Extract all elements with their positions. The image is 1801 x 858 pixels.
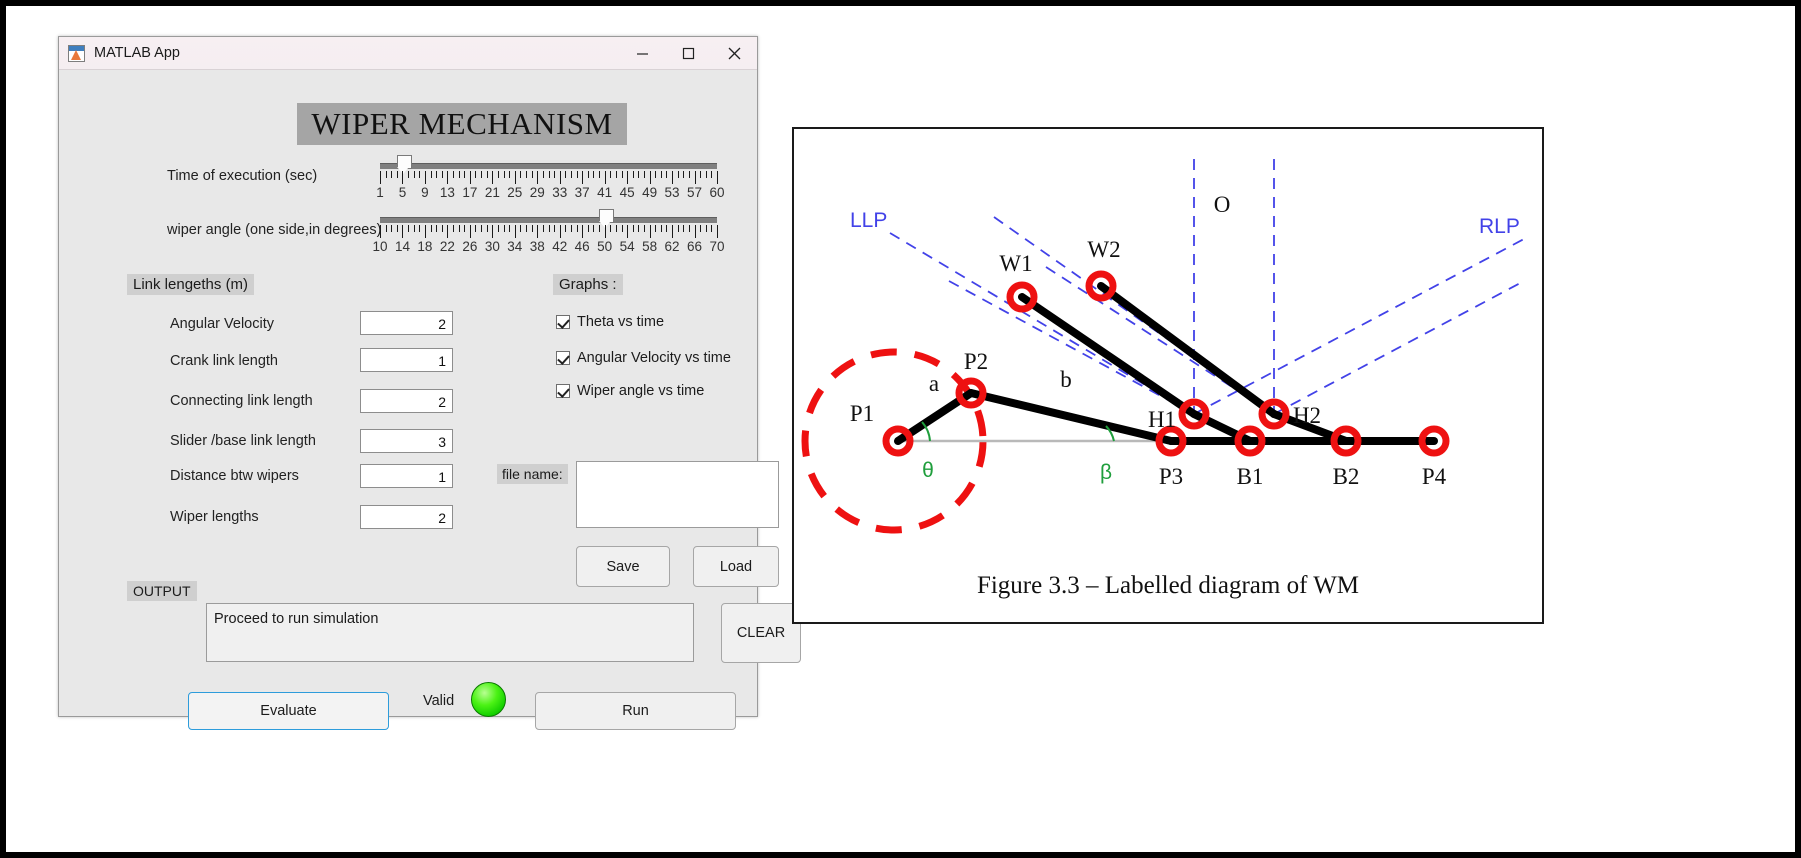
clear-button[interactable]: CLEAR <box>721 603 801 663</box>
guide-lines <box>889 159 1525 415</box>
label-p4: P4 <box>1422 464 1447 489</box>
load-button[interactable]: Load <box>693 546 779 587</box>
window-titlebar: MATLAB App <box>59 37 757 70</box>
output-text-area[interactable]: Proceed to run simulation <box>206 603 694 662</box>
input-crank-link-length[interactable]: 1 <box>360 348 453 372</box>
label-b: b <box>1060 367 1072 392</box>
slider-angle-track[interactable] <box>380 209 717 228</box>
label-theta: θ <box>922 459 934 482</box>
screenshot-root: MATLAB App WIPER MECHANISM Time of execu… <box>0 0 1801 858</box>
angle-labels: θ β <box>922 459 1112 484</box>
graphs-header: Graphs : <box>553 274 623 295</box>
matlab-app-window: MATLAB App WIPER MECHANISM Time of execu… <box>58 36 801 730</box>
label-beta: β <box>1100 461 1112 484</box>
plane-labels: LLP RLP <box>850 209 1520 238</box>
slider-time-track[interactable] <box>380 155 717 174</box>
slider-angle-handle[interactable] <box>598 209 614 228</box>
slider-time-handle[interactable] <box>396 155 412 174</box>
label-b1: B1 <box>1237 464 1264 489</box>
checkmark-icon[interactable] <box>556 351 570 365</box>
slider-time-ruler <box>380 171 718 184</box>
input-slider-base-link-length[interactable]: 3 <box>360 429 453 453</box>
file-name-label: file name: <box>497 464 568 484</box>
link-lengths-header: Link lengeths (m) <box>127 274 255 295</box>
label-crank-link-length: Crank link length <box>170 353 278 369</box>
minimize-icon[interactable] <box>619 37 665 69</box>
checkbox-wiper-angle-vs-time[interactable]: Wiper angle vs time <box>556 383 704 399</box>
label-o: O <box>1214 192 1231 217</box>
checkmark-icon[interactable] <box>556 315 570 329</box>
checkbox-label-theta-vs-time: Theta vs time <box>577 314 665 330</box>
page-title-text: WIPER MECHANISM <box>311 106 613 141</box>
close-icon[interactable] <box>711 37 757 69</box>
label-b2: B2 <box>1333 464 1360 489</box>
file-name-input[interactable] <box>576 461 779 528</box>
evaluate-button[interactable]: Evaluate <box>188 692 389 730</box>
label-distance-btw-wipers: Distance btw wipers <box>170 468 299 484</box>
label-p3: P3 <box>1159 464 1183 489</box>
status-lamp <box>471 682 506 717</box>
input-angular-velocity[interactable]: 2 <box>360 311 453 335</box>
input-connecting-link-length[interactable]: 2 <box>360 389 453 413</box>
checkbox-theta-vs-time[interactable]: Theta vs time <box>556 314 664 330</box>
save-button[interactable]: Save <box>576 546 670 587</box>
page-title: WIPER MECHANISM <box>297 103 627 145</box>
maximize-icon[interactable] <box>665 37 711 69</box>
checkbox-label-wiper-angle-vs-time: Wiper angle vs time <box>577 383 705 399</box>
slider-wiper-angle[interactable]: 10 14 18 22 26 30 34 38 42 46 50 54 58 62 66 70 <box>372 209 725 255</box>
slider-angle-tick-labels: 10 14 18 22 26 30 34 38 42 46 50 54 58 62 66 70 <box>372 239 725 254</box>
label-connecting-link-length: Connecting link length <box>170 393 313 409</box>
wiper-mechanism-diagram: P1 P2 P3 P4 B1 B2 W1 W2 H1 H2 a b O LLP … <box>801 159 1525 534</box>
slider-time-of-execution[interactable]: 1 5 9 13 17 21 25 29 33 37 41 45 49 53 57 60 <box>376 155 725 201</box>
matlab-icon <box>68 44 85 62</box>
label-slider-base-link-length: Slider /base link length <box>170 433 316 449</box>
slider-label-time: Time of execution (sec) <box>167 168 318 184</box>
label-p1: P1 <box>850 401 874 426</box>
label-angular-velocity: Angular Velocity <box>170 316 274 332</box>
label-llp: LLP <box>850 209 887 232</box>
window-title: MATLAB App <box>94 45 180 61</box>
label-w1: W1 <box>999 251 1032 276</box>
angle-arcs <box>921 421 1115 442</box>
slider-angle-ruler <box>380 225 718 238</box>
figure-panel: P1 P2 P3 P4 B1 B2 W1 W2 H1 H2 a b O LLP … <box>792 127 1544 624</box>
checkbox-label-angular-velocity-vs-time: Angular Velocity vs time <box>577 350 731 366</box>
checkbox-angular-velocity-vs-time[interactable]: Angular Velocity vs time <box>556 350 731 366</box>
label-w2: W2 <box>1087 237 1120 262</box>
valid-label: Valid <box>423 693 455 709</box>
output-label: OUTPUT <box>127 581 197 601</box>
figure-caption: Figure 3.3 – Labelled diagram of WM <box>976 572 1360 599</box>
label-a: a <box>929 371 939 396</box>
run-button[interactable]: Run <box>535 692 736 730</box>
label-h2: H2 <box>1293 403 1321 428</box>
label-wiper-lengths: Wiper lengths <box>170 509 259 525</box>
label-p2: P2 <box>964 349 988 374</box>
slider-time-tick-labels: 1 5 9 13 17 21 25 29 33 37 41 45 49 53 57 60 <box>376 185 725 200</box>
input-wiper-lengths[interactable]: 2 <box>360 505 453 529</box>
input-distance-btw-wipers[interactable]: 1 <box>360 464 453 488</box>
checkmark-icon[interactable] <box>556 384 570 398</box>
label-rlp: RLP <box>1479 215 1520 238</box>
label-h1: H1 <box>1148 407 1176 432</box>
slider-label-wiper-angle: wiper angle (one side,in degrees) <box>167 222 382 238</box>
